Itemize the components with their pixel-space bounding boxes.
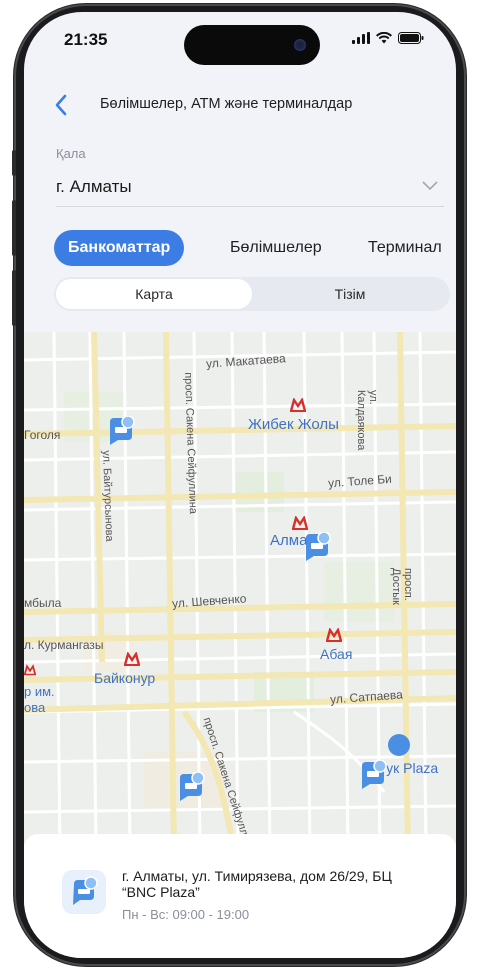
tab-atms[interactable]: Банкоматтар <box>54 230 185 266</box>
back-button[interactable] <box>54 94 68 121</box>
screen: 21:35 Бөлімшелер, АТМ және терминалдар Қ… <box>24 12 456 958</box>
street-label: л. Курмангазы <box>24 638 104 652</box>
chevron-left-icon <box>55 94 67 116</box>
metro-icon <box>124 652 140 666</box>
atm-pin-icon[interactable] <box>106 416 136 446</box>
metro-label: Жибек Жолы <box>248 416 339 433</box>
location-card[interactable]: г. Алматы, ул. Тимирязева, дом 26/29, БЦ… <box>24 834 456 958</box>
battery-icon <box>398 32 424 44</box>
city-value: г. Алматы <box>56 177 132 196</box>
metro-label: Байконур <box>94 670 156 686</box>
category-tabs: Банкоматтар Бөлімшелер Терминал <box>54 230 456 266</box>
metro-label: Абая <box>320 646 353 662</box>
city-label: Қала <box>56 146 86 161</box>
city-select[interactable]: г. Алматы <box>56 172 444 207</box>
card-address: г. Алматы, ул. Тимирязева, дом 26/29, БЦ… <box>122 868 392 900</box>
dynamic-island <box>184 25 320 65</box>
status-icons <box>352 32 424 44</box>
signal-icon <box>352 32 370 44</box>
shopping-bag-icon <box>388 734 410 756</box>
place-label: ова <box>24 700 46 715</box>
wifi-icon <box>376 32 392 44</box>
street-label: Гоголя <box>24 428 61 442</box>
atm-pin-icon[interactable] <box>302 532 332 562</box>
metro-icon <box>326 628 342 642</box>
silent-switch <box>12 150 16 176</box>
metro-icon <box>290 398 306 412</box>
street-label: ул. Калдаякова <box>355 390 379 451</box>
list-view-button[interactable]: Тізім <box>252 279 448 309</box>
status-time: 21:35 <box>64 30 108 49</box>
map[interactable]: ул. Макатаева ул. Калдаякова Гоголя ул. … <box>24 332 456 855</box>
metro-icon <box>292 516 308 530</box>
atm-pin-icon[interactable] <box>176 772 206 802</box>
status-bar: 21:35 <box>24 12 456 72</box>
page-title: Бөлімшелер, АТМ және терминалдар <box>100 96 353 112</box>
metro-icon <box>24 664 36 676</box>
camera-icon <box>294 39 306 51</box>
view-toggle: Карта Тізім <box>54 277 450 311</box>
street-label: мбыла <box>24 596 62 610</box>
atm-icon <box>62 870 106 914</box>
atm-pin-icon[interactable] <box>358 760 388 790</box>
street-label: просп. Достык <box>390 568 414 605</box>
tab-terminals[interactable]: Терминал <box>354 230 456 266</box>
map-view-button[interactable]: Карта <box>56 279 252 309</box>
nav-header: Бөлімшелер, АТМ және терминалдар <box>24 90 456 122</box>
tab-branches[interactable]: Бөлімшелер <box>216 230 336 266</box>
volume-up-button <box>12 200 16 256</box>
place-label: р им. <box>24 684 55 699</box>
chevron-down-icon <box>422 181 438 191</box>
card-hours: Пн - Вс: 09:00 - 19:00 <box>122 907 250 922</box>
volume-down-button <box>12 270 16 326</box>
